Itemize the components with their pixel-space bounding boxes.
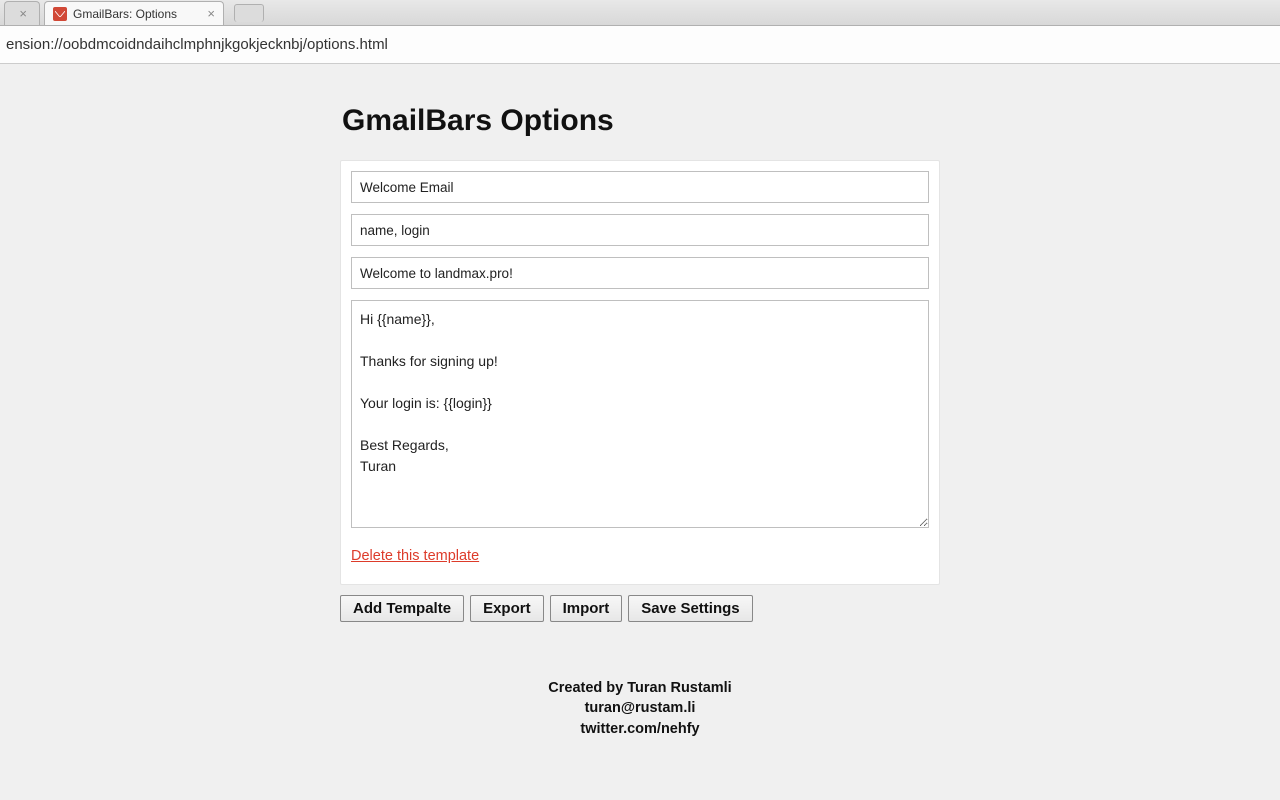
browser-tab-active[interactable]: GmailBars: Options × (44, 1, 224, 25)
browser-tab-inactive[interactable]: × (4, 1, 40, 25)
add-template-button[interactable]: Add Tempalte (340, 595, 464, 622)
page-body: GmailBars Options Delete this template A… (0, 64, 1280, 739)
template-subject-input[interactable] (351, 257, 929, 289)
footer-email: turan@rustam.li (340, 698, 940, 718)
export-button[interactable]: Export (470, 595, 544, 622)
button-row: Add Tempalte Export Import Save Settings (340, 595, 940, 622)
new-tab-button[interactable] (234, 4, 264, 22)
template-variables-input[interactable] (351, 214, 929, 246)
address-bar[interactable]: ension://oobdmcoidndaihclmphnjkgokjecknb… (0, 26, 1280, 64)
close-icon[interactable]: × (19, 6, 27, 21)
template-card: Delete this template (340, 160, 940, 585)
page-title: GmailBars Options (340, 104, 940, 138)
gmail-icon (53, 7, 67, 21)
template-body-textarea[interactable] (351, 300, 929, 528)
address-text: ension://oobdmcoidndaihclmphnjkgokjecknb… (6, 36, 388, 53)
delete-template-link[interactable]: Delete this template (351, 548, 479, 564)
save-settings-button[interactable]: Save Settings (628, 595, 752, 622)
import-button[interactable]: Import (550, 595, 623, 622)
footer-twitter: twitter.com/nehfy (340, 719, 940, 739)
footer-credits: Created by Turan Rustamli turan@rustam.l… (340, 678, 940, 739)
browser-tab-strip: × GmailBars: Options × (0, 0, 1280, 26)
browser-tab-title: GmailBars: Options (73, 7, 177, 21)
template-name-input[interactable] (351, 171, 929, 203)
close-icon[interactable]: × (207, 6, 215, 21)
footer-author: Created by Turan Rustamli (340, 678, 940, 698)
